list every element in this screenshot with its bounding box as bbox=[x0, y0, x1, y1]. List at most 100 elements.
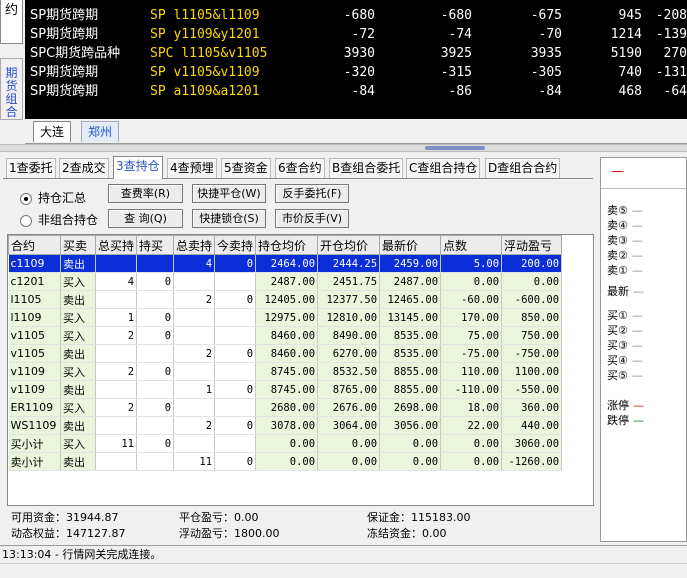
market-depth-panel: — 卖⑤ — 卖④ — 卖③ — 卖② — 卖① — 最新 — 买① — 买② — 买③ — 买④ — 买⑤ — 涨停 — 跌停… bbox=[600, 157, 687, 542]
table-cell: 3060.00 bbox=[501, 434, 563, 453]
reverse-order-button[interactable]: 反手委托(F) bbox=[275, 184, 349, 203]
query-button[interactable]: 查 询(Q) bbox=[108, 209, 183, 228]
depth-label: 卖④ bbox=[607, 219, 628, 232]
column-header[interactable]: 今卖持 bbox=[214, 235, 257, 255]
quote-code: SP v1105&v1109 bbox=[150, 65, 260, 80]
table-cell: 8535.00 bbox=[379, 344, 442, 363]
table-cell: 买入 bbox=[60, 362, 96, 381]
table-cell: 75.00 bbox=[440, 326, 503, 345]
splitter-grip[interactable] bbox=[425, 146, 485, 150]
depth-label: 卖① bbox=[607, 264, 628, 277]
market-reverse-button[interactable]: 市价反手(V) bbox=[275, 209, 349, 228]
quick-close-button[interactable]: 快捷平仓(W) bbox=[192, 184, 266, 203]
quote-row[interactable]: SPC期货跨品种 SPC l1105&v1105 3930 3925 3935 5190 2… bbox=[25, 44, 687, 63]
tab-zhengzhou[interactable]: 郑州 bbox=[81, 121, 120, 142]
tab-query-contracts[interactable]: 6查合约 bbox=[275, 158, 325, 178]
quote-value: -305 bbox=[530, 65, 562, 80]
table-cell bbox=[173, 362, 216, 381]
tab-query-trades[interactable]: 2查成交 bbox=[59, 158, 109, 178]
table-cell: 750.00 bbox=[501, 326, 563, 345]
depth-label: 最新 bbox=[607, 285, 629, 298]
quote-row[interactable]: SP期货跨期 SP y1109&y1201 -72 -74 -70 1214 -139 bbox=[25, 25, 687, 44]
radio-position-summary[interactable]: 持仓汇总 bbox=[20, 189, 86, 206]
tab-query-combo-positions[interactable]: C查组合持仓 bbox=[406, 158, 481, 178]
table-cell bbox=[173, 434, 216, 453]
table-cell: 0 bbox=[214, 416, 257, 435]
vertical-tab-futures-combo[interactable]: 期货组合 bbox=[0, 58, 23, 120]
table-cell: c1201 bbox=[8, 272, 61, 291]
column-header[interactable]: 合约 bbox=[8, 235, 61, 255]
tab-query-funds[interactable]: 5查资金 bbox=[221, 158, 271, 178]
radio-button[interactable] bbox=[20, 214, 32, 227]
table-cell: 18.00 bbox=[440, 398, 503, 417]
quote-code: SP a1109&a1201 bbox=[150, 84, 260, 99]
table-row[interactable]: l1105 卖出 2 0 12405.00 12377.50 12465.00 -60.00-… bbox=[8, 290, 563, 309]
table-row[interactable]: ER1109 买入 2 0 2680.00 2676.00 2698.00 18.00 360.… bbox=[8, 398, 563, 417]
table-row[interactable]: v1105 卖出 2 0 8460.00 6270.00 8535.00 -75.00 -750… bbox=[8, 344, 563, 363]
quote-value: 3935 bbox=[530, 46, 562, 61]
quote-value: -84 bbox=[351, 84, 375, 99]
radio-non-combo-positions[interactable]: 非组合持仓 bbox=[20, 211, 98, 228]
quick-lock-button[interactable]: 快捷锁仓(S) bbox=[192, 209, 266, 228]
quote-value: -84 bbox=[538, 84, 562, 99]
table-cell: ER1109 bbox=[8, 398, 61, 417]
tab-query-orders[interactable]: 1查委托 bbox=[6, 158, 56, 178]
depth-value: — bbox=[631, 264, 643, 277]
depth-label: 跌停 bbox=[607, 414, 629, 427]
radio-button-checked[interactable] bbox=[20, 192, 32, 205]
limit-up: 涨停 — bbox=[607, 397, 644, 413]
table-cell: 0 bbox=[136, 326, 175, 345]
quote-panel: SP c1105&c1109 SP期货跨期SP l1105&l1109-680-… bbox=[25, 0, 687, 119]
panel-splitter[interactable] bbox=[0, 144, 687, 152]
quote-row[interactable]: SP期货跨期 SP a1109&a1201 -84 -86 -84 468 -64 bbox=[25, 82, 687, 101]
table-cell bbox=[173, 272, 216, 291]
buy-level: 买⑤ — bbox=[607, 367, 643, 383]
quote-row[interactable]: SP期货跨期 SP v1105&v1109 -320 -315 -305 740 -131 bbox=[25, 63, 687, 82]
depth-value: — bbox=[631, 204, 643, 217]
table-cell: 12810.00 bbox=[317, 308, 381, 327]
column-header[interactable]: 总卖持 bbox=[173, 235, 216, 255]
tab-query-preset[interactable]: 4查预埋 bbox=[167, 158, 217, 178]
table-row[interactable]: c1109 卖出 4 0 2464.00 2444.25 2459.00 5.00 200.00 bbox=[8, 254, 563, 273]
table-cell: 买入 bbox=[60, 272, 96, 291]
table-cell bbox=[214, 272, 257, 291]
table-cell: 2698.00 bbox=[379, 398, 442, 417]
table-cell: 0 bbox=[136, 362, 175, 381]
table-row[interactable]: c1201 买入 4 0 2487.00 2451.75 2487.00 0.00 0.00 bbox=[8, 272, 563, 291]
column-header[interactable]: 持买 bbox=[136, 235, 175, 255]
depth-label: 买④ bbox=[607, 354, 628, 367]
table-cell bbox=[173, 398, 216, 417]
tab-query-combo-contracts[interactable]: D查组合合约 bbox=[485, 158, 561, 178]
tab-query-positions[interactable]: 3查持仓 bbox=[113, 156, 163, 179]
tab-query-combo-orders[interactable]: B查组合委托 bbox=[329, 158, 404, 178]
vertical-tab-contract[interactable]: 约 bbox=[0, 0, 23, 44]
quote-name: SP期货跨期 bbox=[30, 27, 99, 42]
buy-level: 买① — bbox=[607, 307, 643, 323]
table-cell: 2 bbox=[173, 290, 216, 309]
column-header[interactable]: 开仓均价 bbox=[317, 235, 381, 255]
column-header[interactable]: 最新价 bbox=[379, 235, 442, 255]
quote-row[interactable]: SP期货跨期 SP l1105&l1109 -680 -680 -675 945 -208 bbox=[25, 6, 687, 25]
quote-value: -86 bbox=[448, 84, 472, 99]
column-header[interactable]: 总买持 bbox=[94, 235, 138, 255]
depth-label: 买① bbox=[607, 309, 628, 322]
table-cell bbox=[214, 434, 257, 453]
table-row[interactable]: WS1109 卖出 2 0 3078.00 3064.00 3056.00 22.00 440.… bbox=[8, 416, 563, 435]
depth-label: 卖② bbox=[607, 249, 628, 262]
fee-rate-button[interactable]: 查费率(R) bbox=[108, 184, 183, 203]
latest-price: 最新 — bbox=[607, 283, 644, 299]
table-row[interactable]: v1109 买入 2 0 8745.00 8532.50 8855.00 110.00 1100… bbox=[8, 362, 563, 381]
table-row[interactable]: 买小计 买入 11 0 0.00 0.00 0.00 0.00 3060.00 bbox=[8, 434, 563, 453]
tab-dalian[interactable]: 大连 bbox=[33, 121, 72, 142]
column-header[interactable]: 持仓均价 bbox=[255, 235, 319, 255]
column-header[interactable]: 买卖 bbox=[60, 235, 96, 255]
table-cell: 2 bbox=[95, 362, 138, 381]
table-row[interactable]: 卖小计 卖出 11 0 0.00 0.00 0.00 0.00 -1260.00 bbox=[8, 452, 563, 471]
table-row[interactable]: v1109 卖出 1 0 8745.00 8765.00 8855.00 -110.00 -55… bbox=[8, 380, 563, 399]
column-header[interactable]: 浮动盈亏 bbox=[501, 235, 563, 255]
table-row[interactable]: v1105 买入 2 0 8460.00 8490.00 8535.00 75.00 750.0… bbox=[8, 326, 563, 345]
table-cell: 卖出 bbox=[60, 290, 96, 309]
table-cell: 8460.00 bbox=[255, 344, 319, 363]
table-row[interactable]: l1109 买入 1 0 12975.00 12810.00 13145.00 170.00 8… bbox=[8, 308, 563, 327]
column-header[interactable]: 点数 bbox=[440, 235, 503, 255]
